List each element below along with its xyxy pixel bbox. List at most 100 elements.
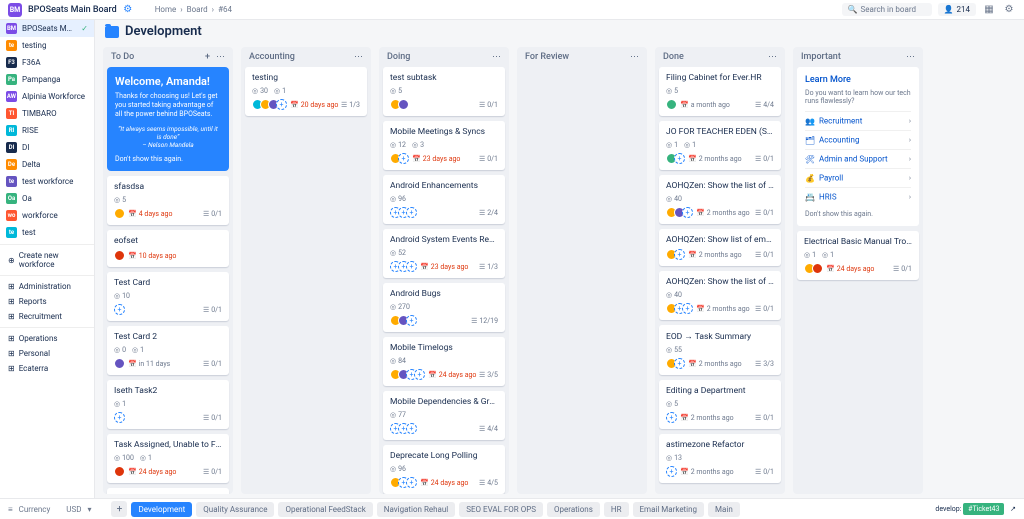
column-title[interactable]: Important <box>801 52 841 62</box>
add-assignee-icon[interactable]: + <box>414 369 425 380</box>
breadcrumb-home[interactable]: Home <box>155 5 177 14</box>
tab-hr[interactable]: HR <box>604 502 629 517</box>
page-title[interactable]: Development <box>125 24 202 39</box>
learn-cat-payroll[interactable]: 💰Payroll› <box>805 168 911 187</box>
task-card[interactable]: test subtask◎ 5☰0/1 <box>383 67 505 116</box>
add-assignee-icon[interactable]: + <box>682 303 693 314</box>
avatar[interactable] <box>812 263 823 274</box>
avatar[interactable] <box>398 99 409 110</box>
tab-operations[interactable]: Operations <box>547 502 600 517</box>
add-assignee-icon[interactable]: + <box>666 412 677 423</box>
tab-seo-eval-for-ops[interactable]: SEO EVAL FOR OPS <box>459 502 543 517</box>
task-card[interactable]: eofset📅10 days ago <box>107 230 229 267</box>
tab-operational-feedstack[interactable]: Operational FeedStack <box>278 502 372 517</box>
add-assignee-icon[interactable]: + <box>406 261 417 272</box>
sidebar-item-di[interactable]: DIDI <box>0 139 94 156</box>
add-assignee-icon[interactable]: + <box>674 249 685 260</box>
column-title[interactable]: Doing <box>387 52 410 62</box>
task-card[interactable]: AOHQZen: Show the list of accountabiliti… <box>659 271 781 320</box>
personal-link-ecaterra[interactable]: ⊞Ecaterra <box>0 361 94 376</box>
sidebar-item-delta[interactable]: DeDelta <box>0 156 94 173</box>
task-card[interactable]: Mobile Meetings & Syncs◎ 12◎ 3+📅23 days … <box>383 121 505 170</box>
admin-link-recruitment[interactable]: ⊞Recruitment <box>0 309 94 324</box>
task-card[interactable]: AOHQZen: Show list of employees on accou… <box>659 229 781 266</box>
sidebar-item-oa[interactable]: OaOa <box>0 190 94 207</box>
task-card[interactable]: AOHQZen: Show the list of accountabiliti… <box>659 175 781 224</box>
settings-icon[interactable]: ⚙ <box>1002 3 1016 17</box>
task-card[interactable]: JO FOR TEACHER EDEN (SAMPLE)◎ 1◎ 1+📅2 mo… <box>659 121 781 170</box>
currency-value[interactable]: USD <box>66 505 81 514</box>
personal-link-operations[interactable]: ⊞Operations <box>0 331 94 346</box>
sidebar-item-test[interactable]: tetest <box>0 224 94 241</box>
add-assignee-icon[interactable]: + <box>276 99 287 110</box>
more-icon[interactable]: ⋯ <box>216 52 225 62</box>
chevron-down-icon[interactable]: ▾ <box>87 505 91 514</box>
avatar[interactable] <box>114 466 125 477</box>
sidebar-item-bposeats-main-board[interactable]: BMBPOSeats Main Board✓ <box>0 20 94 37</box>
create-workforce-link[interactable]: ⊕ Create new workforce <box>0 248 94 272</box>
sidebar-item-test-workforce[interactable]: tetest workforce <box>0 173 94 190</box>
tab-navigation-rehaul[interactable]: Navigation Rehaul <box>377 502 455 517</box>
task-card[interactable]: Deprecate Long Polling◎ 96++📅24 days ago… <box>383 445 505 494</box>
board-name[interactable]: BPOSeats Main Board <box>28 5 117 15</box>
task-card[interactable]: Ensure EmployeePreviousPayrollTable on E… <box>107 488 229 494</box>
tab-email-marketing[interactable]: Email Marketing <box>633 502 705 517</box>
more-icon[interactable]: ⋯ <box>492 52 501 62</box>
avatar[interactable] <box>666 99 677 110</box>
workspace-logo[interactable]: BM <box>8 3 22 17</box>
task-card[interactable]: Mobile Dependencies & Gradle Upgrades◎ 7… <box>383 391 505 440</box>
sidebar-item-rise[interactable]: RIRISE <box>0 122 94 139</box>
task-card[interactable]: Editing a Department◎ 5+📅2 months ago☰0/… <box>659 380 781 429</box>
task-card[interactable]: Android Enhancements◎ 96+++☰2/4 <box>383 175 505 224</box>
learn-cat-admin-and-support[interactable]: 🛠Admin and Support› <box>805 149 911 168</box>
sidebar-item-workforce[interactable]: woworkforce <box>0 207 94 224</box>
task-card[interactable]: Task Assigned, Unable to Find◎ 100◎ 1📅24… <box>107 434 229 483</box>
learn-cat-accounting[interactable]: 🗂Accounting› <box>805 130 911 149</box>
add-assignee-icon[interactable]: + <box>682 207 693 218</box>
task-card[interactable]: Electrical Basic Manual Troubleshooting … <box>797 231 919 280</box>
tab-quality-assurance[interactable]: Quality Assurance <box>196 502 274 517</box>
learn-cat-hris[interactable]: 📇HRIS› <box>805 187 911 206</box>
column-title[interactable]: Done <box>663 52 684 62</box>
sidebar-item-f36a[interactable]: F3F36A <box>0 54 94 71</box>
tab-main[interactable]: Main <box>708 502 740 517</box>
breadcrumb-id[interactable]: #64 <box>218 5 232 14</box>
more-icon[interactable]: ⋯ <box>354 52 363 62</box>
admin-link-administration[interactable]: ⊞Administration <box>0 279 94 294</box>
task-card[interactable]: testing◎ 30◎ 1+📅20 days ago☰1/3 <box>245 67 367 116</box>
sidebar-item-pampanga[interactable]: PaPampanga <box>0 71 94 88</box>
task-card[interactable]: Android Bugs◎ 270+☰12/19 <box>383 283 505 332</box>
more-icon[interactable]: ⋯ <box>630 52 639 62</box>
add-assignee-icon[interactable]: + <box>406 315 417 326</box>
ticket-badge[interactable]: #Ticket43 <box>963 503 1004 515</box>
add-section-button[interactable]: + <box>111 501 127 517</box>
more-icon[interactable]: ⋯ <box>906 52 915 62</box>
tab-development[interactable]: Development <box>131 502 192 517</box>
more-icon[interactable]: ⋯ <box>768 52 777 62</box>
task-card[interactable]: Test Card 2◎ 0◎ 1📅in 11 days☰0/1 <box>107 326 229 375</box>
column-title[interactable]: Accounting <box>249 52 295 62</box>
sidebar-item-alpinia-workforce[interactable]: AWAlpinia Workforce <box>0 88 94 105</box>
grid-view-icon[interactable]: ▦ <box>982 3 996 17</box>
task-card[interactable]: EOD → Task Summary◎ 55+📅2 months ago☰3/3 <box>659 325 781 375</box>
add-assignee-icon[interactable]: + <box>674 358 685 369</box>
add-assignee-icon[interactable]: + <box>666 466 677 477</box>
external-link-icon[interactable]: ↗ <box>1010 505 1016 513</box>
add-assignee-icon[interactable]: + <box>406 207 417 218</box>
task-card[interactable]: Mobile Timelogs◎ 84++📅24 days ago☰3/5 <box>383 337 505 386</box>
task-card[interactable]: sfasdsa◎ 5📅4 days ago☰0/1 <box>107 176 229 225</box>
member-count[interactable]: 👤 214 <box>938 3 976 16</box>
avatar[interactable] <box>114 358 125 369</box>
task-card[interactable]: astimezone Refactor◎ 13+📅2 months ago☰0/… <box>659 434 781 483</box>
column-title[interactable]: To Do <box>111 52 134 62</box>
dismiss-link[interactable]: Don't show this again. <box>115 155 221 163</box>
task-card[interactable]: Filing Cabinet for Ever.HR◎ 5📅a month ag… <box>659 67 781 116</box>
add-card-icon[interactable]: + <box>205 52 210 62</box>
add-assignee-icon[interactable]: + <box>674 153 685 164</box>
search-input[interactable]: 🔍 Search in board <box>842 3 932 16</box>
dropdown-icon[interactable]: ⚙ <box>121 3 135 17</box>
add-assignee-icon[interactable]: + <box>406 423 417 434</box>
avatar[interactable] <box>114 250 125 261</box>
add-assignee-icon[interactable]: + <box>114 412 125 423</box>
add-assignee-icon[interactable]: + <box>114 304 125 315</box>
